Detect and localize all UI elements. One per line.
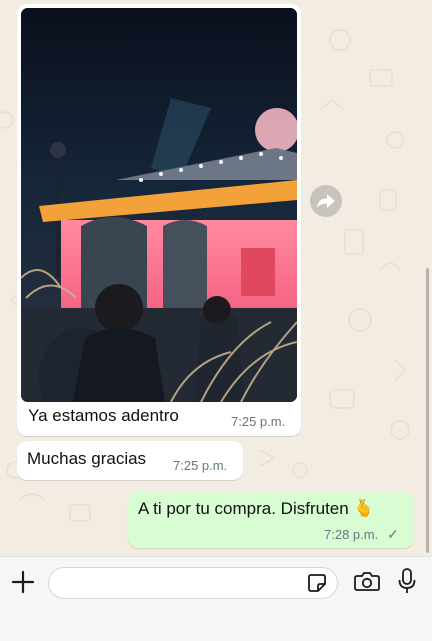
- message-incoming-image[interactable]: Ya estamos adentro 7:25 p.m.: [17, 4, 301, 436]
- message-time: 7:25 p.m.: [173, 458, 228, 473]
- message-text: A ti por tu compra. Disfruten 🫰: [138, 499, 375, 518]
- message-input[interactable]: [48, 567, 338, 599]
- message-text: Muchas gracias: [27, 449, 147, 468]
- message-outgoing-text[interactable]: A ti por tu compra. Disfruten 🫰 7:28 p.m…: [128, 492, 414, 548]
- microphone-button[interactable]: [398, 568, 416, 594]
- forward-button[interactable]: [310, 185, 342, 217]
- message-time: 7:25 p.m.: [231, 414, 286, 429]
- scrollbar[interactable]: [426, 268, 429, 553]
- camera-button[interactable]: [354, 570, 380, 592]
- message-caption: Ya estamos adentro: [28, 406, 179, 425]
- microphone-icon: [398, 568, 416, 593]
- plus-icon: [11, 570, 35, 594]
- read-status-check-icon: ✓: [387, 526, 399, 542]
- message-photo[interactable]: [21, 8, 297, 402]
- chat-area: Ya estamos adentro 7:25 p.m. Muchas grac…: [0, 0, 432, 556]
- sticker-icon: [308, 574, 326, 592]
- message-incoming-text[interactable]: Muchas gracias 7:25 p.m.: [17, 441, 243, 480]
- attach-plus-button[interactable]: [10, 569, 36, 595]
- sticker-button[interactable]: [307, 573, 327, 593]
- forward-arrow-icon: [317, 194, 335, 208]
- composer-bar: [0, 556, 432, 641]
- camera-icon: [354, 572, 380, 591]
- message-time: 7:28 p.m.: [324, 527, 379, 542]
